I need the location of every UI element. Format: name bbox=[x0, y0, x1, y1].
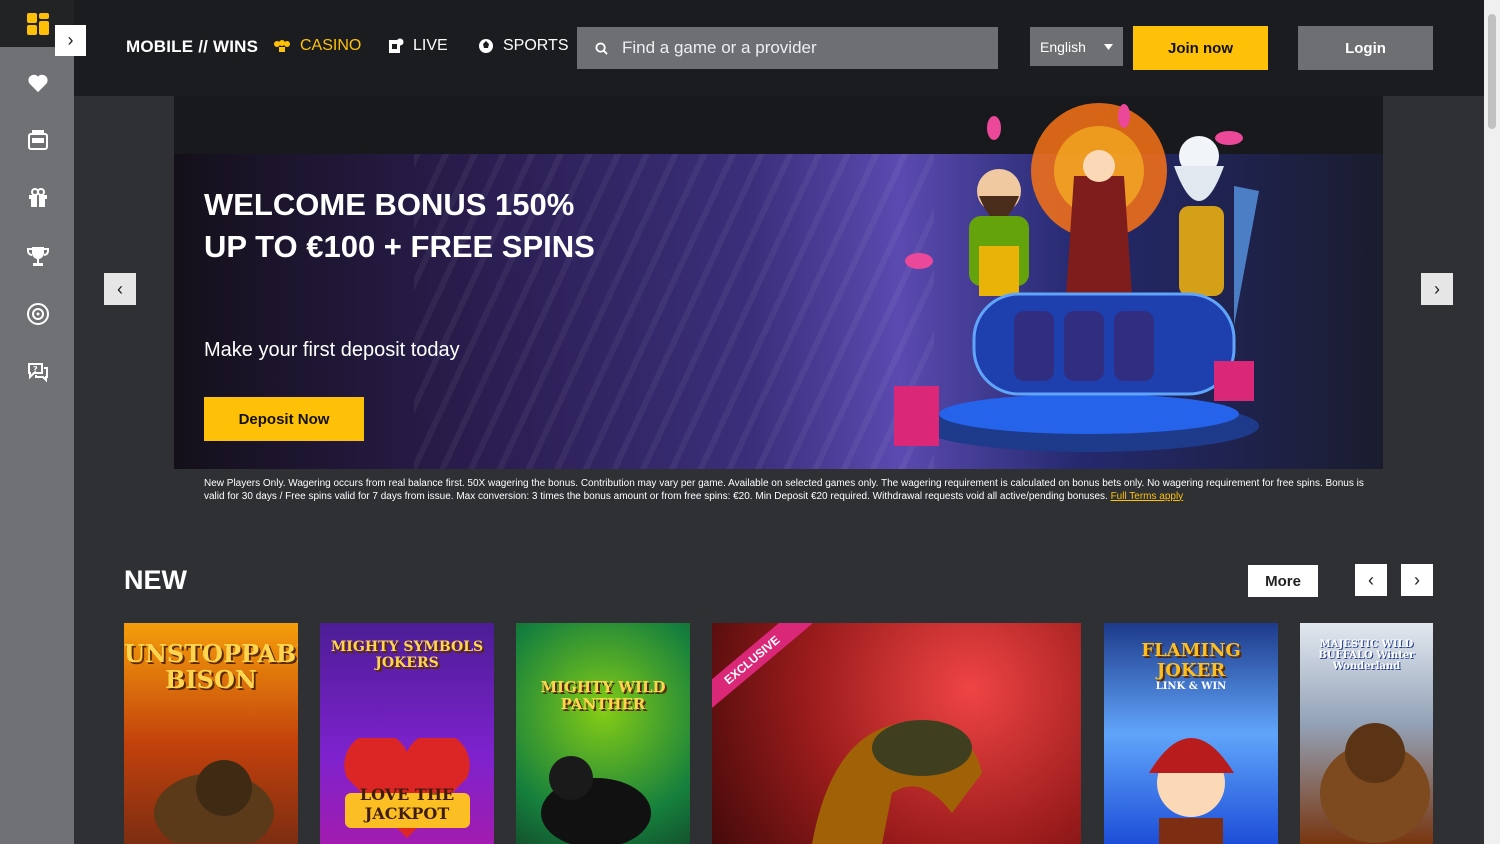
game-tile[interactable]: MAJESTIC WILD BUFFALO Winter Wonderland bbox=[1300, 623, 1433, 844]
nav-live-label: LIVE bbox=[413, 37, 448, 54]
expand-sidebar-button[interactable]: › bbox=[55, 25, 86, 56]
buffalo-image bbox=[1320, 723, 1430, 843]
live-dealer-icon bbox=[389, 38, 404, 53]
slot-machine-icon[interactable] bbox=[24, 126, 52, 154]
game-tile[interactable]: MIGHTY WILD PANTHER bbox=[516, 623, 690, 844]
section-title-new: NEW bbox=[124, 565, 187, 595]
games-next-button[interactable]: › bbox=[1401, 564, 1433, 596]
game-tile[interactable]: UNSTOPPABLE BISON bbox=[124, 623, 298, 844]
join-now-button[interactable]: Join now bbox=[1133, 26, 1268, 70]
game-title: MIGHTY WILD PANTHER bbox=[540, 678, 666, 713]
casino-icon bbox=[274, 40, 290, 52]
roulette-icon[interactable] bbox=[24, 300, 52, 328]
hero-prev-button[interactable]: ‹ bbox=[104, 273, 136, 305]
page-scrollbar[interactable] bbox=[1484, 0, 1500, 844]
cobra-image bbox=[812, 720, 982, 844]
support-chat-icon[interactable]: ? bbox=[24, 358, 52, 386]
terms-text: New Players Only. Wagering occurs from r… bbox=[204, 478, 1364, 502]
chevron-down-icon bbox=[1104, 43, 1113, 50]
games-prev-button[interactable]: ‹ bbox=[1355, 564, 1387, 596]
trophy-icon[interactable] bbox=[24, 242, 52, 270]
joker-image bbox=[1149, 738, 1234, 844]
nav-sports-label: SPORTS bbox=[503, 37, 569, 54]
hero-next-button[interactable]: › bbox=[1421, 273, 1453, 305]
top-header: MOBILE // WINS CASINO LIVE SPORTS Find a… bbox=[74, 0, 1484, 96]
game-subtitle: LINK & WIN bbox=[1155, 681, 1227, 692]
deposit-now-button[interactable]: Deposit Now bbox=[204, 397, 364, 441]
full-terms-link[interactable]: Full Terms apply bbox=[1111, 491, 1184, 502]
game-tile[interactable]: MIGHTY SYMBOLS JOKERS LOVE THE JACKPOT bbox=[320, 623, 494, 844]
brand-logo[interactable]: MOBILE // WINS bbox=[126, 37, 258, 57]
game-title: FLAMING JOKER bbox=[1141, 640, 1241, 681]
bonus-terms: New Players Only. Wagering occurs from r… bbox=[204, 478, 1384, 503]
game-title: MIGHTY SYMBOLS JOKERS bbox=[330, 639, 484, 671]
hero-illustration bbox=[894, 103, 1259, 452]
panther-image bbox=[541, 756, 651, 844]
game-title: UNSTOPPABLE BISON bbox=[124, 639, 298, 694]
hero-title: WELCOME BONUS 150% UP TO €100 + FREE SPI… bbox=[204, 187, 595, 264]
svg-text:?: ? bbox=[33, 365, 38, 374]
language-label: English bbox=[1040, 38, 1086, 55]
search-placeholder: Find a game or a provider bbox=[622, 38, 817, 57]
nav-sports[interactable]: SPORTS bbox=[478, 37, 569, 55]
hero-banner[interactable]: WELCOME BONUS 150% UP TO €100 + FREE SPI… bbox=[174, 96, 1383, 469]
game-tile[interactable]: FLAMING JOKER LINK & WIN bbox=[1104, 623, 1278, 844]
language-select[interactable]: English bbox=[1030, 27, 1123, 66]
nav-casino-label: CASINO bbox=[300, 37, 362, 54]
sports-ball-icon bbox=[479, 39, 493, 53]
game-subtitle: LOVE THE JACKPOT bbox=[359, 785, 455, 823]
nav-casino[interactable]: CASINO bbox=[273, 37, 361, 55]
search-input[interactable]: Find a game or a provider bbox=[577, 27, 998, 69]
gift-icon[interactable] bbox=[24, 184, 52, 212]
more-button[interactable]: More bbox=[1248, 565, 1318, 597]
heart-icon[interactable] bbox=[24, 69, 52, 97]
sidebar: ? bbox=[0, 0, 74, 844]
search-icon bbox=[595, 41, 608, 55]
login-button[interactable]: Login bbox=[1298, 26, 1433, 70]
bison-image bbox=[154, 760, 274, 843]
game-tile[interactable]: EXCLUSIVE bbox=[712, 623, 1081, 844]
scroll-thumb[interactable] bbox=[1488, 14, 1496, 129]
nav-live[interactable]: LIVE bbox=[388, 37, 448, 55]
grid-menu-icon[interactable] bbox=[27, 13, 49, 35]
game-title: MAJESTIC WILD BUFFALO Winter Wonderland bbox=[1318, 639, 1415, 672]
hero-subtitle: Make your first deposit today bbox=[204, 339, 460, 361]
